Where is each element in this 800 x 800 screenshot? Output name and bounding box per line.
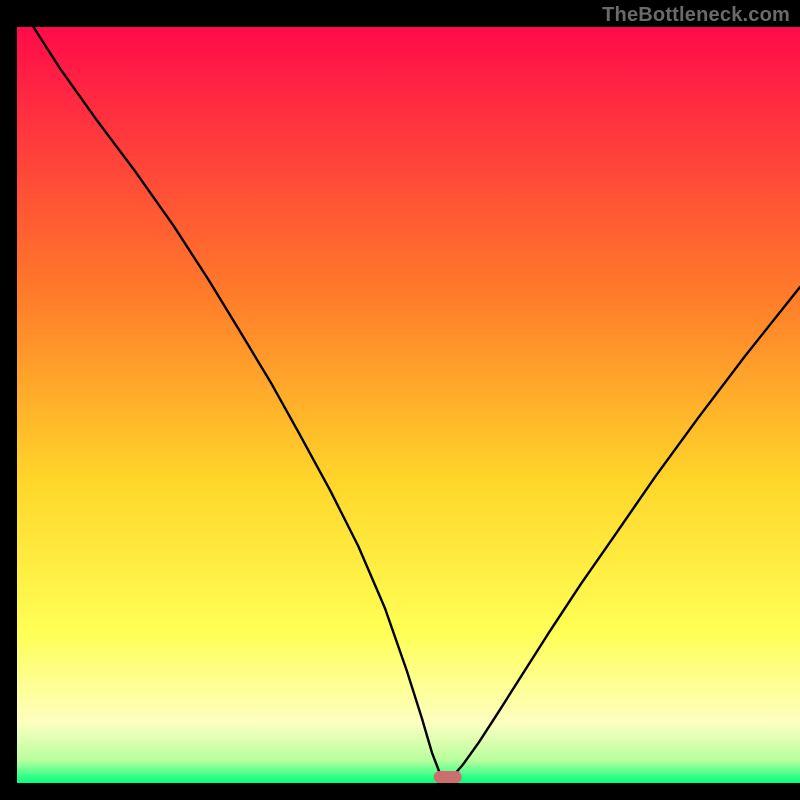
plot-background-gradient <box>17 27 800 783</box>
bottleneck-chart <box>0 0 800 800</box>
chart-container: TheBottleneck.com <box>0 0 800 800</box>
optimal-zone-marker <box>434 771 462 783</box>
